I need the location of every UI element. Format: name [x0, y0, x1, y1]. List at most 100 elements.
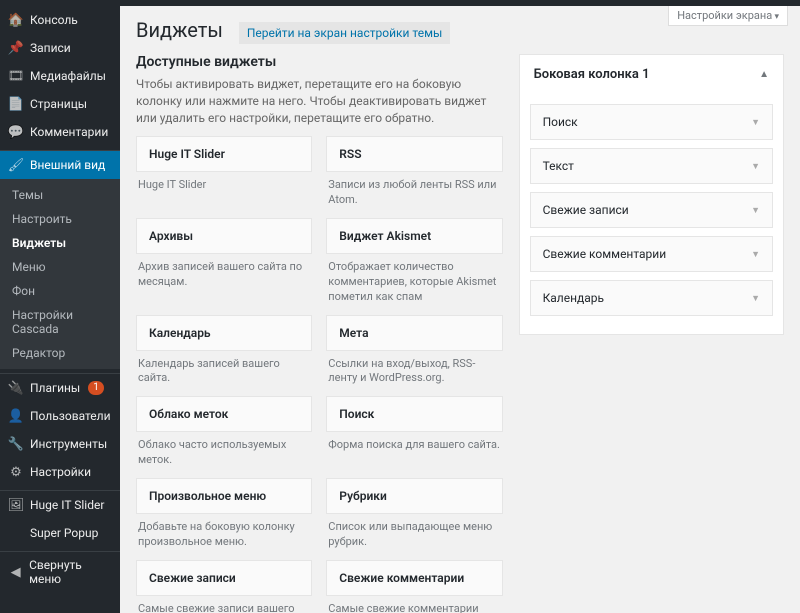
menu-icon: 🔌 [8, 380, 24, 396]
available-widget[interactable]: Свежие записи [136, 560, 312, 596]
screen-options-tab[interactable]: Настройки экрана [668, 6, 788, 26]
main-content: Виджеты Перейти на экран настройки темы … [120, 0, 800, 613]
sidebar-item-label: Huge IT Slider [30, 498, 104, 512]
available-title: Доступные виджеты [136, 54, 503, 70]
widget-desc: Форма поиска для вашего сайта. [326, 432, 502, 453]
sidebar-item[interactable]: 🎞 Медиафайлы [0, 62, 120, 90]
chevron-down-icon: ▼ [751, 161, 760, 172]
available-widget[interactable]: Архивы [136, 218, 312, 254]
widget-desc: Архив записей вашего сайта по месяцам. [136, 254, 312, 290]
menu-icon: 💬 [8, 124, 24, 140]
menu-icon: 🔧 [8, 436, 24, 452]
sidebar-item[interactable]: 🔧 Инструменты [0, 430, 120, 458]
available-widget[interactable]: Рубрики [326, 478, 502, 514]
menu-icon: 📌 [8, 40, 24, 56]
available-widget[interactable]: Календарь [136, 315, 312, 351]
menu-icon: 🖼 [8, 497, 24, 513]
sidebar-item[interactable]: 💬 Комментарии [0, 118, 120, 146]
widget-desc: Записи из любой ленты RSS или Atom. [326, 172, 502, 208]
widget-desc: Huge IT Slider [136, 172, 312, 193]
sidebar-item[interactable]: 🏠Консоль [0, 6, 120, 34]
widget-area-header[interactable]: Боковая колонка 1 ▲ [520, 55, 783, 94]
sidebar-item[interactable]: 🖼 Huge IT Slider [0, 491, 120, 519]
sidebar-item[interactable]: 📌 Записи [0, 34, 120, 62]
placed-widget[interactable]: Свежие записи ▼ [530, 192, 773, 228]
admin-topbar [0, 0, 800, 6]
widget-desc: Добавьте на боковую колонку произвольное… [136, 514, 312, 550]
sidebar-item-label: Страницы [30, 97, 87, 111]
widget-desc: Ссылки на вход/выход, RSS-ленту и WordPr… [326, 351, 502, 387]
submenu-appearance: ТемыНастроитьВиджетыМенюФонНастройки Cas… [0, 179, 120, 369]
placed-widget-title: Календарь [543, 291, 604, 305]
sidebar-item-label: Пользователи [30, 409, 111, 423]
widget-desc: Календарь записей вашего сайта. [136, 351, 312, 387]
placed-widget-title: Свежие записи [543, 203, 629, 217]
widget-desc: Самые свежие комментарии вашего сайта. [326, 596, 502, 613]
sidebar-item-appearance[interactable]: 🖌 Внешний вид [0, 151, 120, 179]
widget-desc: Самые свежие записи вашего сайта. [136, 596, 312, 613]
sidebar-item-label: Медиафайлы [30, 69, 106, 83]
menu-icon: 🏠 [8, 12, 24, 28]
submenu-item[interactable]: Фон [0, 279, 120, 303]
placed-widget[interactable]: Календарь ▼ [530, 280, 773, 316]
sidebar-item-label: Внешний вид [30, 158, 105, 172]
available-widgets: Доступные виджеты Чтобы активировать вид… [136, 54, 503, 613]
sidebar-item[interactable]: 📄 Страницы [0, 90, 120, 118]
sidebar-item[interactable]: 👤 Пользователи [0, 402, 120, 430]
chevron-down-icon: ▼ [751, 117, 760, 128]
available-widget[interactable]: Произвольное меню [136, 478, 312, 514]
widget-desc: Список или выпадающее меню рубрик. [326, 514, 502, 550]
sidebar-item-label: Комментарии [30, 125, 108, 139]
chevron-down-icon: ▼ [751, 249, 760, 260]
placed-widget[interactable]: Поиск ▼ [530, 104, 773, 140]
brush-icon: 🖌 [8, 157, 24, 173]
widget-desc: Облако часто используемых меток. [136, 432, 312, 468]
sidebar-item-label: Настройки [30, 465, 91, 479]
submenu-item[interactable]: Настроить [0, 207, 120, 231]
sidebar-item[interactable]: 🔌 Плагины 1 [0, 374, 120, 402]
widget-area-title: Боковая колонка 1 [534, 67, 650, 82]
submenu-item[interactable]: Темы [0, 183, 120, 207]
sidebar-item-label: Super Popup [30, 526, 98, 540]
collapse-icon: ◀ [8, 564, 23, 580]
widget-area: Боковая колонка 1▲Поиск▼Текст▼Свежие зап… [519, 54, 784, 335]
update-badge: 1 [88, 381, 104, 395]
sidebar-item-label: Свернуть меню [29, 558, 112, 586]
menu-icon: 👤 [8, 408, 24, 424]
placed-widget[interactable]: Свежие комментарии ▼ [530, 236, 773, 272]
submenu-item[interactable]: Виджеты [0, 231, 120, 255]
chevron-down-icon: ▼ [751, 205, 760, 216]
available-widget[interactable]: RSS [326, 136, 502, 172]
menu-icon: 📄 [8, 96, 24, 112]
sidebar-item[interactable]: Super Popup [0, 519, 120, 547]
available-widget[interactable]: Виджет Akismet [326, 218, 502, 254]
placed-widget-title: Текст [543, 159, 574, 173]
sidebar-item-label: Плагины [30, 381, 80, 395]
customizer-link[interactable]: Перейти на экран настройки темы [239, 22, 450, 44]
submenu-item[interactable]: Меню [0, 255, 120, 279]
sidebar-item[interactable]: ⚙ Настройки [0, 458, 120, 486]
available-desc: Чтобы активировать виджет, перетащите ег… [136, 76, 503, 126]
submenu-item[interactable]: Редактор [0, 341, 120, 365]
menu-icon: ⚙ [8, 464, 24, 480]
widget-areas: Боковая колонка 1▲Поиск▼Текст▼Свежие зап… [519, 54, 784, 335]
available-widget[interactable]: Свежие комментарии [326, 560, 502, 596]
menu-icon: 🎞 [8, 68, 24, 84]
submenu-item[interactable]: Настройки Cascada [0, 303, 120, 341]
menu-icon [8, 525, 24, 541]
chevron-up-icon: ▲ [759, 69, 769, 80]
page-title: Виджеты [136, 18, 223, 42]
sidebar-item-label: Записи [30, 41, 71, 55]
placed-widget[interactable]: Текст ▼ [530, 148, 773, 184]
available-widget[interactable]: Мета [326, 315, 502, 351]
placed-widget-title: Свежие комментарии [543, 247, 667, 261]
sidebar-item-label: Инструменты [30, 437, 107, 451]
chevron-down-icon: ▼ [751, 293, 760, 304]
admin-sidebar: 🏠Консоль 📌 Записи 🎞 Медиафайлы 📄 Страницы 💬 Комм… [0, 0, 120, 613]
collapse-menu-button[interactable]: ◀ Свернуть меню [0, 552, 120, 592]
available-widget[interactable]: Облако меток [136, 396, 312, 432]
widget-desc: Отображает количество комментариев, кото… [326, 254, 502, 305]
available-widget[interactable]: Huge IT Slider [136, 136, 312, 172]
placed-widget-title: Поиск [543, 115, 578, 129]
available-widget[interactable]: Поиск [326, 396, 502, 432]
